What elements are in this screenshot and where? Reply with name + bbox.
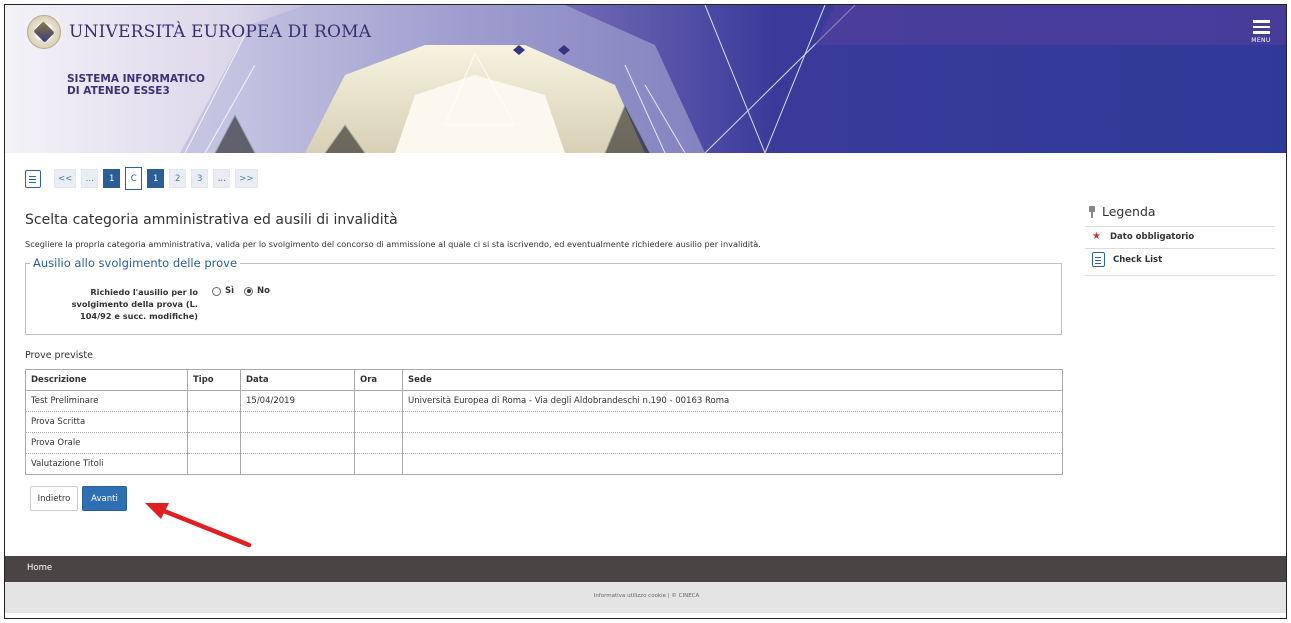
table-row: Valutazione Titoli <box>25 453 1063 475</box>
footer-nav: Home <box>5 556 1286 582</box>
cell-ora <box>354 432 403 454</box>
table-row: Prova Scritta <box>25 411 1063 433</box>
pager-current-step[interactable]: C <box>125 167 143 190</box>
pager-ellipsis-end[interactable]: ... <box>213 169 231 188</box>
cell-data <box>240 432 355 454</box>
hamburger-icon <box>1246 20 1276 34</box>
exams-table: Descrizione Tipo Data Ora Sede Test Prel… <box>25 369 1063 475</box>
pager-first[interactable]: << <box>54 169 77 188</box>
pager-last[interactable]: >> <box>235 169 258 188</box>
cell-sede: Università Europea di Roma - Via degli A… <box>402 390 1063 412</box>
legend-divider <box>1085 226 1275 227</box>
column-header-descrizione: Descrizione <box>25 369 188 391</box>
cell-tipo <box>187 432 241 454</box>
page-description: Scegliere la propria categoria amministr… <box>25 239 761 249</box>
pager-step-1[interactable]: 1 <box>103 169 121 188</box>
table-row: Test Preliminare 15/04/2019 Università E… <box>25 390 1063 412</box>
university-seal-icon <box>27 15 61 49</box>
aid-radio-group: Sì No <box>212 286 270 296</box>
back-button[interactable]: Indietro <box>30 486 78 511</box>
checklist-icon[interactable] <box>25 169 41 188</box>
cell-descrizione: Prova Orale <box>25 432 188 454</box>
footer-credits: Informativa utilizzo cookie | © CINECA <box>5 582 1286 613</box>
column-header-sede: Sede <box>402 369 1063 391</box>
aid-question-line3: 104/92 e succ. modifiche) <box>80 311 198 321</box>
cell-descrizione: Valutazione Titoli <box>25 453 188 475</box>
cell-ora <box>354 453 403 475</box>
pager-step-2[interactable]: 2 <box>169 169 187 188</box>
cell-ora <box>354 411 403 433</box>
legend-heading: Legenda <box>1088 204 1156 219</box>
radio-yes-label[interactable]: Sì <box>225 286 234 296</box>
checklist-icon <box>1092 252 1105 267</box>
fieldset-legend: Ausilio allo svolgimento delle prove <box>30 256 241 270</box>
pin-icon <box>1088 205 1096 218</box>
cell-sede <box>402 432 1063 454</box>
legend-divider <box>1085 248 1275 249</box>
system-name-line1: SISTEMA INFORMATICO <box>67 73 205 85</box>
legend-required-label: Dato obbligatorio <box>1110 231 1195 242</box>
pager-step-3[interactable]: 3 <box>191 169 209 188</box>
header-banner: UNIVERSITÀ EUROPEA DI ROMA SISTEMA INFOR… <box>5 5 1286 153</box>
aid-question-label: Richiedo l'ausilio per lo svolgimento de… <box>66 286 198 322</box>
radio-no[interactable] <box>244 286 254 296</box>
cell-data <box>240 411 355 433</box>
legend-title: Legenda <box>1102 204 1156 219</box>
next-button[interactable]: Avanti <box>82 486 127 511</box>
table-header-row: Descrizione Tipo Data Ora Sede <box>25 369 1063 391</box>
cell-tipo <box>187 453 241 475</box>
aid-fieldset: Ausilio allo svolgimento delle prove Ric… <box>25 256 1062 335</box>
aid-question-line2: svolgimento della prova (L. <box>71 299 198 309</box>
cell-descrizione: Test Preliminare <box>25 390 188 412</box>
system-name: SISTEMA INFORMATICO DI ATENEO ESSE3 <box>67 73 205 97</box>
cell-data <box>240 453 355 475</box>
menu-button[interactable]: MENU <box>1246 17 1276 44</box>
wizard-pager: << ... 1 C 1 2 3 ... >> <box>25 167 258 190</box>
menu-label: MENU <box>1251 36 1271 44</box>
cell-data: 15/04/2019 <box>240 390 355 412</box>
column-header-ora: Ora <box>354 369 403 391</box>
cell-tipo <box>187 411 241 433</box>
required-star-icon: ★ <box>1092 231 1101 242</box>
cell-sede <box>402 453 1063 475</box>
column-header-data: Data <box>240 369 355 391</box>
page-title: Scelta categoria amministrativa ed ausil… <box>25 212 398 228</box>
pager-ellipsis[interactable]: ... <box>81 169 99 188</box>
legend-checklist[interactable]: Check List <box>1092 252 1162 267</box>
table-row: Prova Orale <box>25 432 1063 454</box>
footer-home-link[interactable]: Home <box>27 563 52 573</box>
page-frame: UNIVERSITÀ EUROPEA DI ROMA SISTEMA INFOR… <box>4 4 1287 619</box>
annotation-arrow-icon <box>145 503 252 548</box>
cell-tipo <box>187 390 241 412</box>
legend-required: ★ Dato obbligatorio <box>1092 231 1194 242</box>
legend-divider <box>1085 275 1275 276</box>
cell-sede <box>402 411 1063 433</box>
university-logo[interactable]: UNIVERSITÀ EUROPEA DI ROMA <box>27 15 371 49</box>
column-header-tipo: Tipo <box>187 369 241 391</box>
radio-no-label[interactable]: No <box>257 286 270 296</box>
cell-descrizione: Prova Scritta <box>25 411 188 433</box>
university-name: UNIVERSITÀ EUROPEA DI ROMA <box>69 22 372 42</box>
cell-ora <box>354 390 403 412</box>
legend-checklist-label[interactable]: Check List <box>1113 255 1162 265</box>
exams-section-title: Prove previste <box>25 350 93 361</box>
pager-step-next-1[interactable]: 1 <box>147 169 165 188</box>
radio-yes[interactable] <box>212 286 221 296</box>
system-name-line2: DI ATENEO ESSE3 <box>67 85 170 97</box>
aid-question-line1: Richiedo l'ausilio per lo <box>90 287 198 297</box>
footer-credits-text[interactable]: Informativa utilizzo cookie | © CINECA <box>594 593 700 599</box>
